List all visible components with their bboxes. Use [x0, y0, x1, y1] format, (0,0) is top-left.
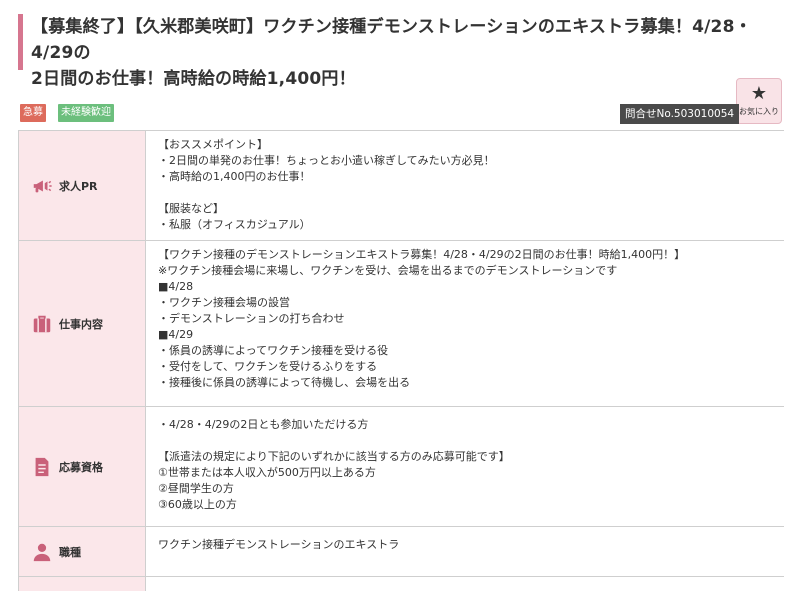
content-line: ワクチン接種デモンストレーションのエキストラ [158, 538, 400, 551]
content-line: ・受付をして、ワクチンを受けるふりをする [158, 360, 378, 373]
row-content: ・4/28・4/29の2日とも参加いただける方 【派遣法の規定により下記のいずれ… [146, 407, 784, 526]
content-line: ・デモンストレーションの打ち合わせ [158, 312, 345, 325]
row-job-pr: 求人PR 【おススメポイント】 ・2日間の単発のお仕事！ちょっとお小遣い稼ぎして… [18, 131, 784, 241]
row-label: 仕事内容 [59, 317, 103, 331]
row-content: 【ワクチン接種のデモンストレーションエキストラ募集！4/28・4/29の2日間の… [146, 241, 784, 406]
job-title-line-1: 【募集終了】【久米郡美咲町】ワクチン接種デモンストレーションのエキストラ募集！4… [31, 17, 752, 63]
urgent-badge: 急募 [20, 104, 46, 122]
content-line: ・4/28・4/29の2日とも参加いただける方 [158, 418, 369, 431]
content-line: ③60歳以上の方 [158, 498, 237, 511]
content-line: ■4/29 [158, 328, 194, 341]
favorite-label: お気に入り [739, 107, 779, 116]
briefcase-icon [31, 313, 53, 335]
row-content: ワクチン接種デモンストレーションのエキストラ [146, 527, 784, 576]
row-label: 応募資格 [59, 460, 103, 474]
next-row-partial [18, 577, 784, 591]
inquiry-number: 問合せNo.503010054 [620, 104, 740, 124]
content-line: ・ワクチン接種会場の設営 [158, 296, 290, 309]
content-line: 【派遣法の規定により下記のいずれかに該当する方のみ応募可能です】 [158, 450, 510, 463]
document-icon [31, 456, 53, 478]
content-line: 【服装など】 [158, 202, 224, 215]
job-title-line-2: 2日間のお仕事！高時給の時給1,400円！ [31, 69, 356, 89]
job-title: 【募集終了】【久米郡美咲町】ワクチン接種デモンストレーションのエキストラ募集！4… [18, 14, 784, 89]
favorite-button[interactable]: ★ お気に入り [736, 78, 782, 124]
row-header: 職種 [18, 527, 146, 576]
beginner-welcome-badge: 未経験歓迎 [58, 104, 114, 122]
content-line: ・高時給の1,400円のお仕事！ [158, 170, 311, 183]
content-line: ・私服（オフィスカジュアル） [158, 218, 311, 231]
content-line [158, 185, 784, 201]
row-header [18, 577, 146, 591]
content-line: ・接種後に係員の誘導によって待機し、会場を出る [158, 376, 411, 389]
row-header: 仕事内容 [18, 241, 146, 406]
row-label: 求人PR [59, 179, 98, 193]
content-line: ・係員の誘導によってワクチン接種を受ける役 [158, 344, 389, 357]
content-line: 【おススメポイント】 [158, 138, 268, 151]
row-job-category: 職種 ワクチン接種デモンストレーションのエキストラ [18, 527, 784, 577]
person-icon [31, 541, 53, 563]
row-header: 応募資格 [18, 407, 146, 526]
row-job-description: 仕事内容 【ワクチン接種のデモンストレーションエキストラ募集！4/28・4/29… [18, 241, 784, 407]
content-line: ※ワクチン接種会場に来場し、ワクチンを受け、会場を出るまでのデモンストレーション… [158, 264, 618, 277]
job-details-table: 求人PR 【おススメポイント】 ・2日間の単発のお仕事！ちょっとお小遣い稼ぎして… [18, 130, 784, 591]
megaphone-icon [31, 175, 53, 197]
content-line [158, 433, 784, 449]
star-icon: ★ [750, 83, 768, 104]
row-qualifications: 応募資格 ・4/28・4/29の2日とも参加いただける方 【派遣法の規定により下… [18, 407, 784, 527]
row-label: 職種 [59, 545, 81, 559]
row-content: 【おススメポイント】 ・2日間の単発のお仕事！ちょっとお小遣い稼ぎしてみたい方必… [146, 131, 784, 240]
content-line: ■4/28 [158, 280, 194, 293]
row-header: 求人PR [18, 131, 146, 240]
content-line: ①世帯または本人収入が500万円以上ある方 [158, 466, 376, 479]
content-line: ②昼間学生の方 [158, 482, 234, 495]
content-line: ・2日間の単発のお仕事！ちょっとお小遣い稼ぎしてみたい方必見！ [158, 154, 495, 167]
content-line: 【ワクチン接種のデモンストレーションエキストラ募集！4/28・4/29の2日間の… [158, 248, 686, 261]
